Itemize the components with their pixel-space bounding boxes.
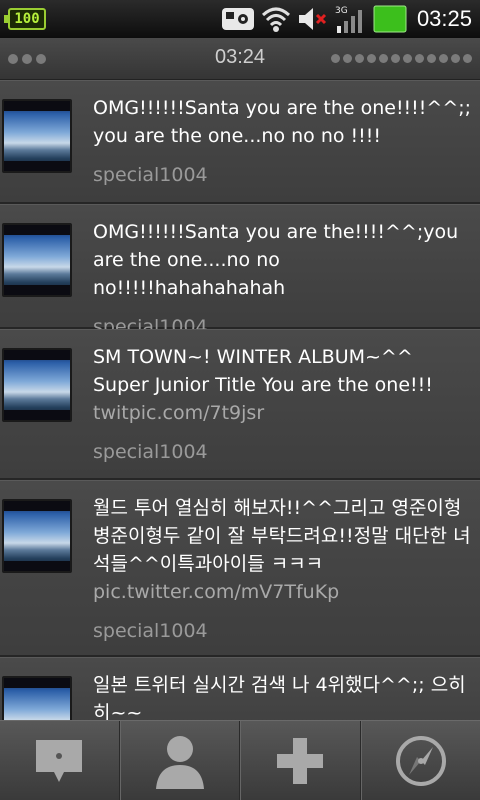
status-bar: 100 3G 03:25 [0,0,480,38]
tweet-text: 일본 트위터 실시간 검색 나 4위했다^^;; 으히히~~ [93,674,466,720]
add-icon [277,738,324,784]
tweet-text: SM TOWN~! WINTER ALBUM~^^ Super Junior T… [93,346,433,424]
avatar[interactable] [2,223,72,297]
tweet-item[interactable]: 일본 트위터 실시간 검색 나 4위했다^^;; 으히히~~ [0,657,480,720]
network-label: 3G [335,6,348,16]
compass-icon [395,736,446,786]
tweet-username[interactable]: special1004 [93,441,472,463]
battery-status-icon: 100 [4,8,46,30]
volume-muted-icon [297,5,329,33]
compose-tweet-icon [36,740,83,782]
signal-3g-icon: 3G [335,4,367,34]
avatar[interactable] [2,499,72,573]
tweet-feed[interactable]: OMG!!!!!!Santa you are the one!!!!^^;; y… [0,80,480,720]
explore-button[interactable] [360,721,480,800]
media-icon [221,5,255,33]
tweet-item[interactable]: OMG!!!!!!Santa you are the!!!!^^;you are… [0,204,480,338]
tweet-link[interactable]: twitpic.com/7t9jsr [93,402,264,424]
status-icons: 3G 03:25 [221,0,480,38]
status-time: 03:25 [416,6,472,31]
tweet-link[interactable]: pic.twitter.com/mV7TfuKp [93,581,339,603]
avatar[interactable] [2,676,72,720]
add-button[interactable] [240,721,361,800]
profile-icon [155,736,204,789]
tweet-item[interactable]: SM TOWN~! WINTER ALBUM~^^ Super Junior T… [0,329,480,480]
battery-icon [373,4,407,34]
page-indicator-right [331,54,472,63]
tweet-text: 월드 투어 열심히 해보자!!^^그리고 영준이형 병준이형두 같이 잘 부탁드… [93,497,471,603]
tweet-username[interactable]: special1004 [93,620,472,642]
tweet-text: OMG!!!!!!Santa you are the one!!!!^^;; y… [93,97,472,147]
tweet-username[interactable]: special1004 [93,164,472,186]
timeline-header: 03:24 [0,38,480,80]
compose-button[interactable] [0,721,120,800]
bottom-toolbar [0,720,480,800]
profile-button[interactable] [119,721,240,800]
avatar[interactable] [2,99,72,173]
avatar[interactable] [2,348,72,422]
tweet-item[interactable]: OMG!!!!!!Santa you are the one!!!!^^;; y… [0,80,480,204]
tweet-item[interactable]: 월드 투어 열심히 해보자!!^^그리고 영준이형 병준이형두 같이 잘 부탁드… [0,480,480,657]
battery-level-label: 100 [14,11,40,27]
wifi-icon [261,5,291,33]
tweet-text: OMG!!!!!!Santa you are the!!!!^^;you are… [93,221,459,299]
